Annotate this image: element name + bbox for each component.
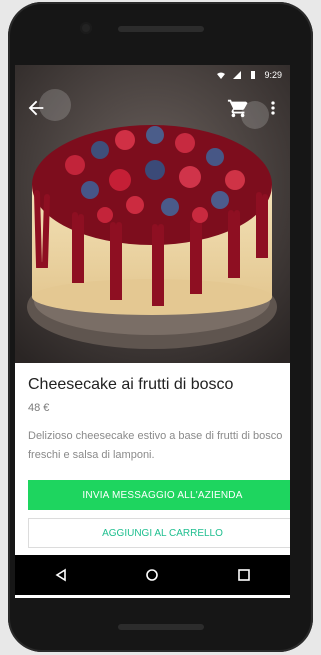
product-title: Cheesecake ai frutti di bosco	[28, 376, 234, 393]
product-description: Delizioso cheesecake estivo a base di fr…	[28, 430, 283, 461]
app-bar	[15, 91, 290, 125]
square-recents-icon	[238, 569, 250, 581]
nav-home-button[interactable]	[140, 563, 164, 587]
more-vert-icon[interactable]	[263, 97, 283, 119]
triangle-back-icon	[55, 568, 66, 582]
nav-back-button[interactable]	[49, 563, 73, 587]
top-speaker	[118, 26, 204, 32]
status-bar: 9:29	[15, 65, 290, 85]
add-to-cart-button[interactable]: AGGIUNGI AL CARRELLO	[28, 518, 290, 548]
status-time: 9:29	[264, 70, 282, 80]
bottom-speaker	[118, 624, 204, 630]
cart-icon[interactable]	[227, 97, 249, 119]
signal-icon	[233, 71, 242, 79]
send-message-button[interactable]: INVIA MESSAGGIO ALL'AZIENDA	[28, 480, 290, 510]
battery-icon	[251, 71, 256, 79]
app-screen: 9:29 Cheesecake ai frutti di bosco 48 € …	[15, 65, 290, 598]
circle-home-icon	[146, 569, 159, 581]
arrow-back-icon[interactable]	[25, 97, 47, 119]
wifi-icon	[217, 72, 226, 79]
system-nav-bar	[15, 555, 290, 595]
nav-recents-button[interactable]	[232, 563, 256, 587]
product-price: 48 €	[28, 402, 50, 414]
front-camera	[80, 22, 92, 34]
